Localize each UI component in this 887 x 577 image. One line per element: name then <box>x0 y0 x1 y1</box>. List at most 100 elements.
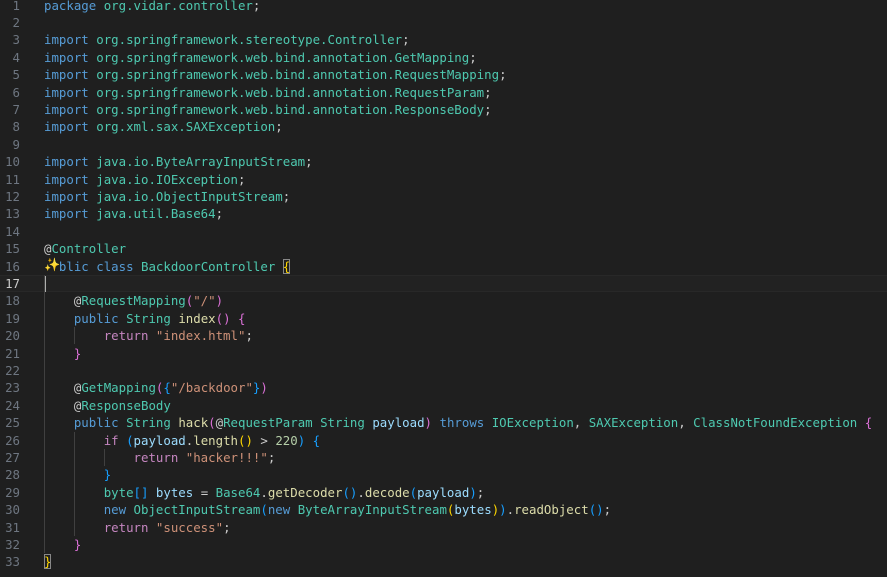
code-token: "index.html" <box>155 328 246 344</box>
code-text: import java.io.IOException; <box>44 171 245 188</box>
line-number: 2 <box>12 14 20 30</box>
code-line[interactable]: 16 blic class BackdoorController { <box>0 258 887 275</box>
code-line[interactable]: 25 public String hack(@RequestParam Stri… <box>0 414 887 431</box>
line-number: 10 <box>5 154 20 170</box>
code-line[interactable]: 32 } <box>0 536 887 553</box>
sparkle-icon[interactable]: ✨ <box>44 258 60 273</box>
code-text: package org.vidar.controller; <box>44 0 260 14</box>
code-line[interactable]: 2 <box>0 14 887 31</box>
code-text: @GetMapping({"/backdoor"}) <box>44 379 268 396</box>
code-text: import org.springframework.web.bind.anno… <box>44 49 477 66</box>
code-token: . <box>357 484 365 500</box>
code-token: package <box>44 0 97 13</box>
code-token: } <box>103 467 112 483</box>
code-token: ) <box>424 415 433 431</box>
code-line[interactable]: 15 @Controller <box>0 240 887 257</box>
code-line[interactable]: 1 package org.vidar.controller; <box>0 0 887 14</box>
line-number: 11 <box>5 171 20 187</box>
code-token: java.util.Base64 <box>96 206 216 222</box>
code-line[interactable]: 7 import org.springframework.web.bind.ann… <box>0 101 887 118</box>
code-token: ; <box>476 484 485 500</box>
code-text: blic class BackdoorController { <box>44 258 291 275</box>
code-token: ; <box>252 0 261 13</box>
line-number: 3 <box>12 32 20 48</box>
indent-guide <box>44 274 45 554</box>
code-token: return <box>103 328 149 344</box>
code-line[interactable]: 8 import org.xml.sax.SAXException; <box>0 118 887 135</box>
code-line[interactable]: 10 import java.io.ByteArrayInputStream; <box>0 153 887 170</box>
code-token: , <box>678 415 694 431</box>
indent-guide <box>73 431 75 536</box>
line-number: 27 <box>5 449 20 465</box>
code-token: java.io.ByteArrayInputStream <box>96 154 306 170</box>
code-line[interactable]: 30 new ObjectInputStream(new ByteArrayIn… <box>0 501 887 518</box>
code-token: ( <box>126 432 134 448</box>
code-line[interactable]: 22 <box>0 362 887 379</box>
code-token: decode <box>364 484 410 500</box>
indent-guide <box>103 448 105 467</box>
code-line[interactable]: 31 return "success"; <box>0 519 887 536</box>
code-token: new <box>267 502 291 518</box>
code-line[interactable]: 14 <box>0 223 887 240</box>
code-line[interactable]: 19 public String index() { <box>0 310 887 327</box>
code-line[interactable]: 17 <box>0 274 887 293</box>
code-text: import org.springframework.web.bind.anno… <box>44 66 507 83</box>
code-line[interactable]: 5 import org.springframework.web.bind.ann… <box>0 66 887 83</box>
code-line[interactable]: 9 <box>0 136 887 153</box>
code-line[interactable]: 29 byte[] bytes = Base64.getDecoder().de… <box>0 484 887 501</box>
code-line[interactable]: 18 @RequestMapping("/") <box>0 292 887 309</box>
code-text: import java.io.ByteArrayInputStream; <box>44 153 313 170</box>
code-text: public String hack(@RequestParam String … <box>44 414 872 431</box>
code-token: { <box>864 415 873 431</box>
code-token: } <box>44 554 52 570</box>
code-token: Controller <box>51 241 127 257</box>
code-line[interactable]: 26 if (payload.length() > 220) { <box>0 432 887 449</box>
code-line[interactable]: 20 return "index.html"; <box>0 327 887 344</box>
code-line[interactable]: 13 import java.util.Base64; <box>0 205 887 222</box>
code-token: "/backdoor" <box>170 380 253 396</box>
code-line[interactable]: 4 import org.springframework.web.bind.ann… <box>0 49 887 66</box>
code-token: bytes <box>454 502 492 518</box>
code-text: return "index.html"; <box>44 327 253 344</box>
code-line[interactable]: 6 import org.springframework.web.bind.ann… <box>0 84 887 101</box>
code-line[interactable]: 12 import java.io.ObjectInputStream; <box>0 188 887 205</box>
code-token: import <box>44 119 89 135</box>
code-token: ByteArrayInputStream <box>297 502 447 518</box>
code-line[interactable]: 27 return "hacker!!!"; <box>0 449 887 466</box>
code-line[interactable]: 28 } <box>0 466 887 483</box>
code-line[interactable]: 21 } <box>0 345 887 362</box>
code-editor[interactable]: 1 package org.vidar.controller; 2 3 import o… <box>0 0 887 577</box>
code-token: import <box>44 49 89 65</box>
code-text: import org.springframework.web.bind.anno… <box>44 101 492 118</box>
code-line[interactable]: 33} <box>0 553 887 570</box>
code-text: @ResponseBody <box>44 397 171 414</box>
code-token: ) <box>260 380 268 396</box>
line-number: 20 <box>5 328 20 344</box>
code-token: RequestMapping <box>81 293 186 309</box>
code-token: java.io.IOException <box>96 171 238 187</box>
code-token: ; <box>484 101 492 117</box>
code-token: getDecoder <box>267 484 343 500</box>
code-line[interactable]: 3 import org.springframework.stereotype.C… <box>0 31 887 48</box>
code-line[interactable]: 24 @ResponseBody <box>0 397 887 414</box>
code-line[interactable]: 11 import java.io.IOException; <box>0 171 887 188</box>
code-text: import java.util.Base64; <box>44 205 223 222</box>
code-token: IOException <box>491 415 574 431</box>
code-line[interactable]: 23 @GetMapping({"/backdoor"}) <box>0 379 887 396</box>
code-token: { <box>282 258 291 274</box>
code-token: ( <box>409 484 418 500</box>
code-token: () <box>215 310 231 326</box>
code-token: ClassNotFoundException <box>693 415 858 431</box>
code-token: import <box>44 32 89 48</box>
